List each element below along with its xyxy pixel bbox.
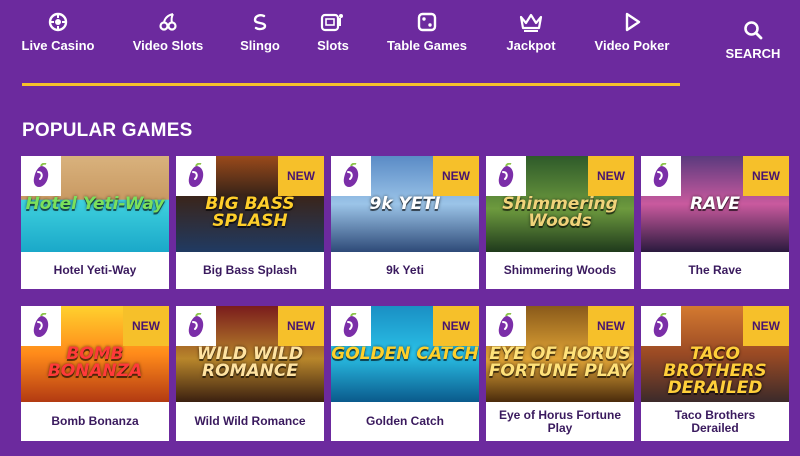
game-card[interactable]: 9k YETI NEW 9k Yeti <box>331 156 479 289</box>
new-badge: NEW <box>278 306 324 346</box>
game-art-title: Shimmering Woods <box>502 194 618 231</box>
eggplant-logo-icon <box>176 306 216 346</box>
play-icon <box>586 12 678 32</box>
search-button[interactable]: SEARCH <box>720 20 786 61</box>
eggplant-logo-icon <box>176 156 216 196</box>
eggplant-logo-icon <box>641 156 681 196</box>
cherries-icon <box>126 12 210 32</box>
nav-item-jackpot[interactable]: Jackpot <box>497 12 565 53</box>
nav-label: Jackpot <box>506 38 556 53</box>
game-art-title: TACO BROTHERS DERAILED <box>663 344 767 398</box>
new-badge: NEW <box>588 156 634 196</box>
nav-item-slingo[interactable]: Slingo <box>230 12 290 53</box>
game-art-title: EYE OF HORUS FORTUNE PLAY <box>488 344 632 381</box>
nav-label: Video Poker <box>594 38 670 53</box>
game-art-title: GOLDEN CATCH <box>331 344 479 364</box>
nav-progress-fill <box>22 83 680 86</box>
search-icon <box>720 20 786 40</box>
section-title: POPULAR GAMES <box>22 120 193 141</box>
game-title[interactable]: Golden Catch <box>331 402 479 441</box>
top-navigation: Live Casino Video Slots Slingo Slots Tab… <box>0 0 800 90</box>
search-label: SEARCH <box>725 46 781 61</box>
game-card[interactable]: Shimmering Woods NEW Shimmering Woods <box>486 156 634 289</box>
game-art-title: BOMB BONANZA <box>47 344 143 381</box>
games-grid: Hotel Yeti-Way Hotel Yeti-Way BIG BASS SPL… <box>14 156 800 456</box>
eggplant-logo-icon <box>641 306 681 346</box>
game-card[interactable]: GOLDEN CATCH NEW Golden Catch <box>331 306 479 441</box>
game-card[interactable]: BIG BASS SPLASH NEW Big Bass Splash <box>176 156 324 289</box>
eggplant-logo-icon <box>331 306 371 346</box>
eggplant-logo-icon <box>21 306 61 346</box>
game-title[interactable]: Hotel Yeti-Way <box>21 252 169 289</box>
game-card[interactable]: WILD WILD ROMANCE NEW Wild Wild Romance <box>176 306 324 441</box>
new-badge: NEW <box>743 156 789 196</box>
new-badge: NEW <box>743 306 789 346</box>
nav-label: Slots <box>317 38 349 53</box>
nav-item-slots[interactable]: Slots <box>308 12 358 53</box>
nav-label: Slingo <box>240 38 280 53</box>
nav-label: Live Casino <box>21 38 95 53</box>
game-card[interactable]: Hotel Yeti-Way Hotel Yeti-Way <box>21 156 169 289</box>
slot-machine-icon <box>308 12 358 32</box>
game-title[interactable]: Eye of Horus Fortune Play <box>486 402 634 441</box>
game-card[interactable]: BOMB BONANZA NEW Bomb Bonanza <box>21 306 169 441</box>
nav-progress-track <box>22 83 680 86</box>
chip-icon <box>16 12 100 32</box>
slingo-icon <box>230 12 290 32</box>
game-title[interactable]: Bomb Bonanza <box>21 402 169 441</box>
new-badge: NEW <box>123 306 169 346</box>
game-title[interactable]: 9k Yeti <box>331 252 479 289</box>
game-art-title: RAVE <box>690 194 740 214</box>
game-title[interactable]: Shimmering Woods <box>486 252 634 289</box>
game-art-title: WILD WILD ROMANCE <box>197 344 303 381</box>
eggplant-logo-icon <box>21 156 61 196</box>
eggplant-logo-icon <box>486 156 526 196</box>
new-badge: NEW <box>433 306 479 346</box>
nav-item-video-poker[interactable]: Video Poker <box>586 12 678 53</box>
nav-label: Video Slots <box>132 38 204 53</box>
nav-item-table-games[interactable]: Table Games <box>380 12 474 53</box>
game-card[interactable]: EYE OF HORUS FORTUNE PLAY NEW Eye of Horus… <box>486 306 634 441</box>
new-badge: NEW <box>588 306 634 346</box>
nav-item-video-slots[interactable]: Video Slots <box>126 12 210 53</box>
game-card[interactable]: TACO BROTHERS DERAILED NEW Taco Brothers D… <box>641 306 789 441</box>
game-art-title: BIG BASS SPLASH <box>205 194 295 231</box>
game-title[interactable]: Taco Brothers Derailed <box>641 402 789 441</box>
nav-label: Table Games <box>387 38 467 53</box>
new-badge: NEW <box>278 156 324 196</box>
new-badge: NEW <box>433 156 479 196</box>
game-art-title: 9k YETI <box>369 194 441 214</box>
eggplant-logo-icon <box>331 156 371 196</box>
game-art-title: Hotel Yeti-Way <box>25 194 165 214</box>
game-card[interactable]: RAVE NEW The Rave <box>641 156 789 289</box>
game-title[interactable]: The Rave <box>641 252 789 289</box>
nav-item-live-casino[interactable]: Live Casino <box>16 12 100 53</box>
game-title[interactable]: Big Bass Splash <box>176 252 324 289</box>
game-title[interactable]: Wild Wild Romance <box>176 402 324 441</box>
dice-icon <box>380 12 474 32</box>
eggplant-logo-icon <box>486 306 526 346</box>
crown-icon <box>497 12 565 32</box>
